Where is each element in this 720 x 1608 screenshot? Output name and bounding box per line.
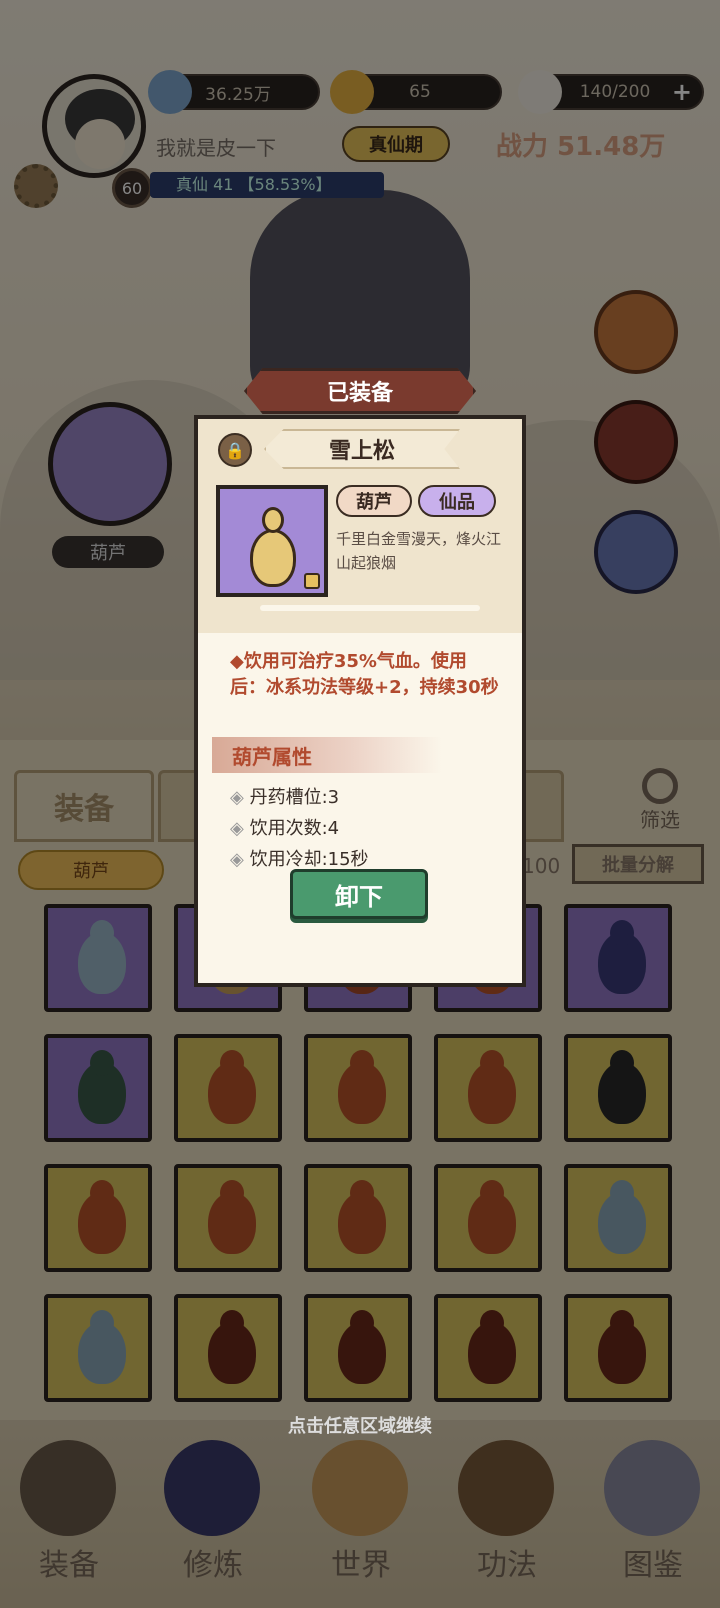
attr-pill-slots: 丹药槽位:3 [230,783,340,809]
item-type-tag: 葫芦 [336,485,412,517]
tap-to-continue-hint: 点击任意区域继续 [288,1416,432,1437]
attributes-section-title: 葫芦属性 [212,737,442,773]
item-rarity-tag: 仙品 [418,485,496,517]
item-image-frame [216,485,328,597]
attr-drink-count: 饮用次数:4 [230,814,340,840]
item-flavor-text: 千里白金雪漫天，烽火江山起狼烟 [336,530,502,572]
golden-gourd-top [262,507,284,533]
equipped-banner: 已装备 [244,368,476,414]
attr-drink-cooldown: 饮用冷却:15秒 [230,845,369,871]
item-title: 雪上松 [264,429,460,469]
unequip-button[interactable]: 卸下 [290,869,428,919]
item-effect-text: ◆饮用可治疗35%气血。使用后：冰系功法等级+2，持续30秒 [230,651,499,698]
header-divider [260,605,480,611]
small-lock-icon [304,573,320,589]
item-detail-modal: 🔒 雪上松 葫芦 仙品 千里白金雪漫天，烽火江山起狼烟 ◆饮用可治疗35%气血。… [194,415,526,987]
lock-icon[interactable]: 🔒 [218,433,252,467]
golden-gourd-icon [250,529,296,587]
